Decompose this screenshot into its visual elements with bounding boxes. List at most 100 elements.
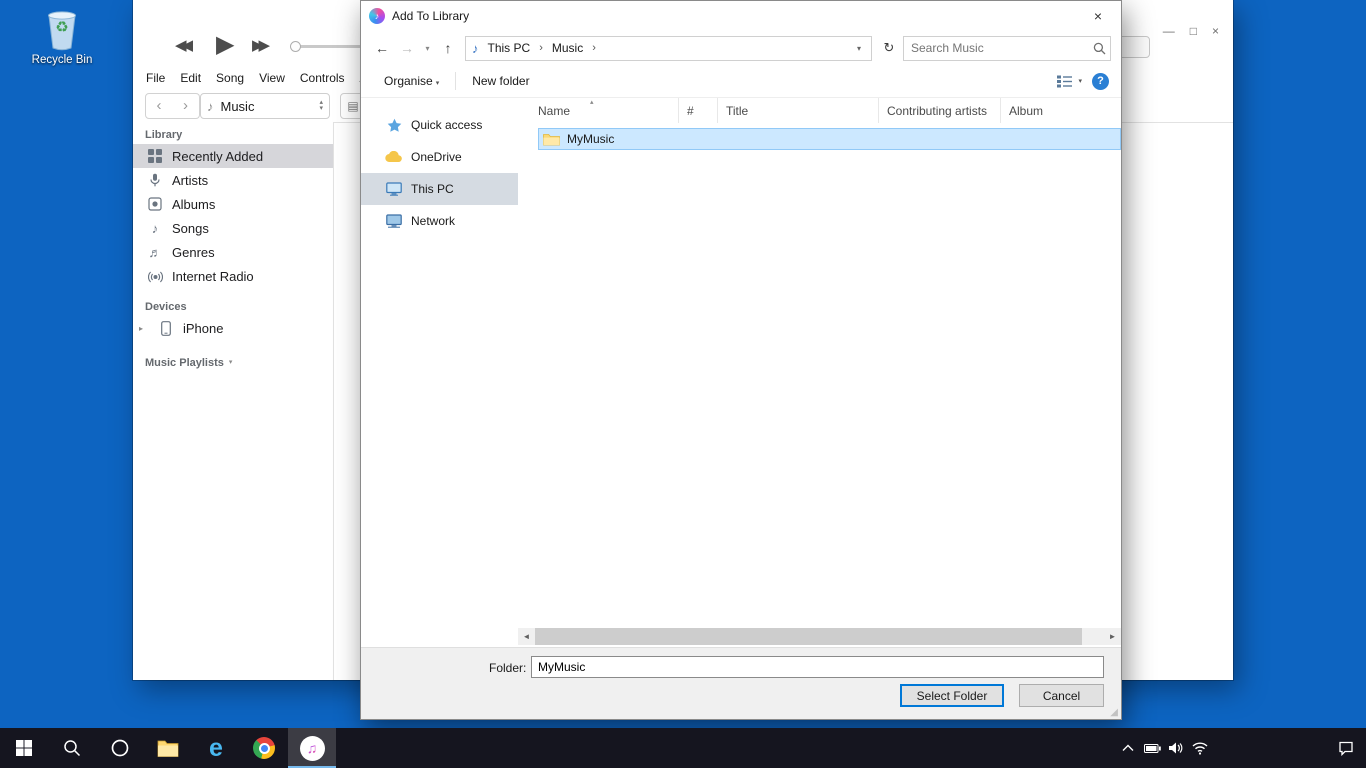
menu-view[interactable]: View: [259, 71, 285, 85]
search-icon: [1093, 42, 1106, 55]
cortana-ring-icon: [110, 738, 130, 758]
organise-button[interactable]: Organise▾: [384, 74, 439, 88]
itunes-forward-button[interactable]: ›: [172, 93, 200, 119]
chrome-icon: [253, 737, 275, 759]
scroll-left-arrow[interactable]: ◄: [518, 628, 535, 645]
sidebar-item-artists[interactable]: Artists: [133, 168, 333, 192]
action-center-button[interactable]: [1334, 741, 1358, 756]
up-button[interactable]: ↑: [437, 40, 459, 56]
taskbar-search-button[interactable]: [48, 728, 96, 768]
folder-name-input[interactable]: [531, 656, 1104, 678]
add-to-library-dialog: ♪ Add To Library × ← → ▾ ↑ ♪ This PC › M…: [360, 0, 1122, 720]
menu-controls[interactable]: Controls: [300, 71, 345, 85]
start-button[interactable]: [0, 728, 48, 768]
search-icon: [63, 739, 81, 757]
sidebar-item-recently-added[interactable]: Recently Added: [133, 144, 333, 168]
horizontal-scrollbar[interactable]: ◄ ►: [518, 628, 1121, 645]
volume-tray-icon[interactable]: [1164, 742, 1188, 754]
expand-chevron-icon[interactable]: ▸: [139, 324, 149, 333]
nav-item-network[interactable]: Network: [361, 205, 518, 237]
battery-tray-icon[interactable]: [1140, 744, 1164, 753]
sidebar-item-internet-radio[interactable]: Internet Radio: [133, 264, 333, 288]
forward-button[interactable]: →: [396, 40, 418, 56]
media-kind-picker[interactable]: ♪ Music ▴▾: [200, 93, 330, 119]
sidebar-library-header: Library: [133, 126, 333, 144]
battery-icon: [1144, 744, 1161, 753]
itunes-taskbar-button[interactable]: ♫: [288, 728, 336, 768]
help-button[interactable]: ?: [1092, 73, 1109, 90]
dialog-titlebar[interactable]: ♪ Add To Library ×: [361, 1, 1121, 31]
scrollbar-thumb[interactable]: [535, 628, 1082, 645]
itunes-sidebar-divider: [333, 122, 334, 680]
sidebar-item-label: Recently Added: [172, 149, 263, 164]
cortana-button[interactable]: [96, 728, 144, 768]
itunes-minimize-button[interactable]: —: [1163, 24, 1175, 38]
column-header-name[interactable]: ▴ Name: [518, 98, 679, 123]
play-button[interactable]: ▶: [216, 30, 234, 59]
hidden-icons-chevron[interactable]: [1116, 744, 1140, 752]
nav-item-quick-access[interactable]: Quick access: [361, 109, 518, 141]
sidebar-item-genres[interactable]: ♬ Genres: [133, 240, 333, 264]
menu-edit[interactable]: Edit: [180, 71, 201, 85]
file-row-mymusic[interactable]: MyMusic: [538, 128, 1121, 150]
recent-locations-chevron-icon[interactable]: ▾: [421, 44, 434, 53]
back-button[interactable]: ←: [371, 40, 393, 56]
folder-icon: [543, 133, 560, 146]
breadcrumb-chevron-icon[interactable]: ›: [539, 42, 543, 54]
column-header-contributing-artists[interactable]: Contributing artists: [879, 98, 1001, 123]
picker-spinner[interactable]: ▴▾: [319, 100, 323, 112]
internet-explorer-icon: e: [209, 737, 223, 759]
search-input[interactable]: [911, 41, 1093, 55]
breadcrumb-this-pc[interactable]: This PC: [483, 41, 536, 55]
sidebar-item-label: iPhone: [183, 321, 223, 336]
scroll-right-arrow[interactable]: ►: [1104, 628, 1121, 645]
new-folder-button[interactable]: New folder: [472, 74, 529, 88]
select-folder-button[interactable]: Select Folder: [900, 684, 1004, 707]
address-dropdown-icon[interactable]: ▾: [851, 44, 867, 53]
sidebar-playlists-header[interactable]: Music Playlists ▾: [133, 354, 333, 372]
file-explorer-button[interactable]: [144, 728, 192, 768]
volume-knob[interactable]: [290, 41, 301, 52]
volume-slider[interactable]: [291, 45, 361, 48]
sidebar-item-iphone[interactable]: ▸ iPhone: [133, 316, 333, 340]
taskbar: e ♫: [0, 728, 1366, 768]
dialog-footer: Folder: Select Folder Cancel ◢: [361, 647, 1121, 719]
chrome-button[interactable]: [240, 728, 288, 768]
menu-file[interactable]: File: [146, 71, 165, 85]
chevron-down-icon: ▾: [436, 80, 440, 87]
microphone-icon: [147, 173, 163, 187]
search-box[interactable]: [903, 36, 1111, 61]
navigation-pane: Quick access OneDrive This PC Network: [361, 98, 518, 647]
sidebar-item-songs[interactable]: ♪ Songs: [133, 216, 333, 240]
breadcrumb-music[interactable]: Music: [547, 41, 588, 55]
column-header-album[interactable]: Album: [1001, 98, 1121, 123]
change-view-button[interactable]: ▾: [1057, 75, 1082, 88]
column-header-number[interactable]: #: [679, 98, 718, 123]
nav-item-label: This PC: [411, 182, 454, 196]
dialog-navigation-bar: ← → ▾ ↑ ♪ This PC › Music › ▾ ↻: [361, 31, 1121, 65]
windows-logo-icon: [16, 740, 32, 756]
nav-item-this-pc[interactable]: This PC: [361, 173, 518, 205]
rewind-button[interactable]: ◀◀: [175, 36, 188, 54]
sidebar-item-albums[interactable]: Albums: [133, 192, 333, 216]
music-note-icon: ♪: [207, 99, 214, 114]
internet-explorer-button[interactable]: e: [192, 728, 240, 768]
address-bar[interactable]: ♪ This PC › Music › ▾: [465, 36, 872, 61]
resize-grip[interactable]: ◢: [1110, 707, 1118, 718]
fast-forward-button[interactable]: ▶▶: [252, 36, 265, 54]
cancel-button[interactable]: Cancel: [1019, 684, 1104, 707]
scrollbar-track[interactable]: [535, 628, 1104, 645]
breadcrumb-chevron-icon[interactable]: ›: [592, 42, 596, 54]
network-tray-icon[interactable]: [1188, 742, 1212, 755]
dialog-close-button[interactable]: ×: [1075, 1, 1121, 31]
itunes-maximize-button[interactable]: □: [1190, 24, 1197, 38]
menu-song[interactable]: Song: [216, 71, 244, 85]
itunes-back-button[interactable]: ‹: [145, 93, 173, 119]
itunes-close-button[interactable]: ×: [1212, 24, 1219, 38]
nav-item-onedrive[interactable]: OneDrive: [361, 141, 518, 173]
system-tray: [1116, 728, 1366, 768]
sidebar-item-label: Artists: [172, 173, 208, 188]
column-header-title[interactable]: Title: [718, 98, 879, 123]
recycle-bin-desktop-icon[interactable]: ♻ Recycle Bin: [26, 8, 98, 66]
refresh-button[interactable]: ↻: [878, 40, 900, 56]
